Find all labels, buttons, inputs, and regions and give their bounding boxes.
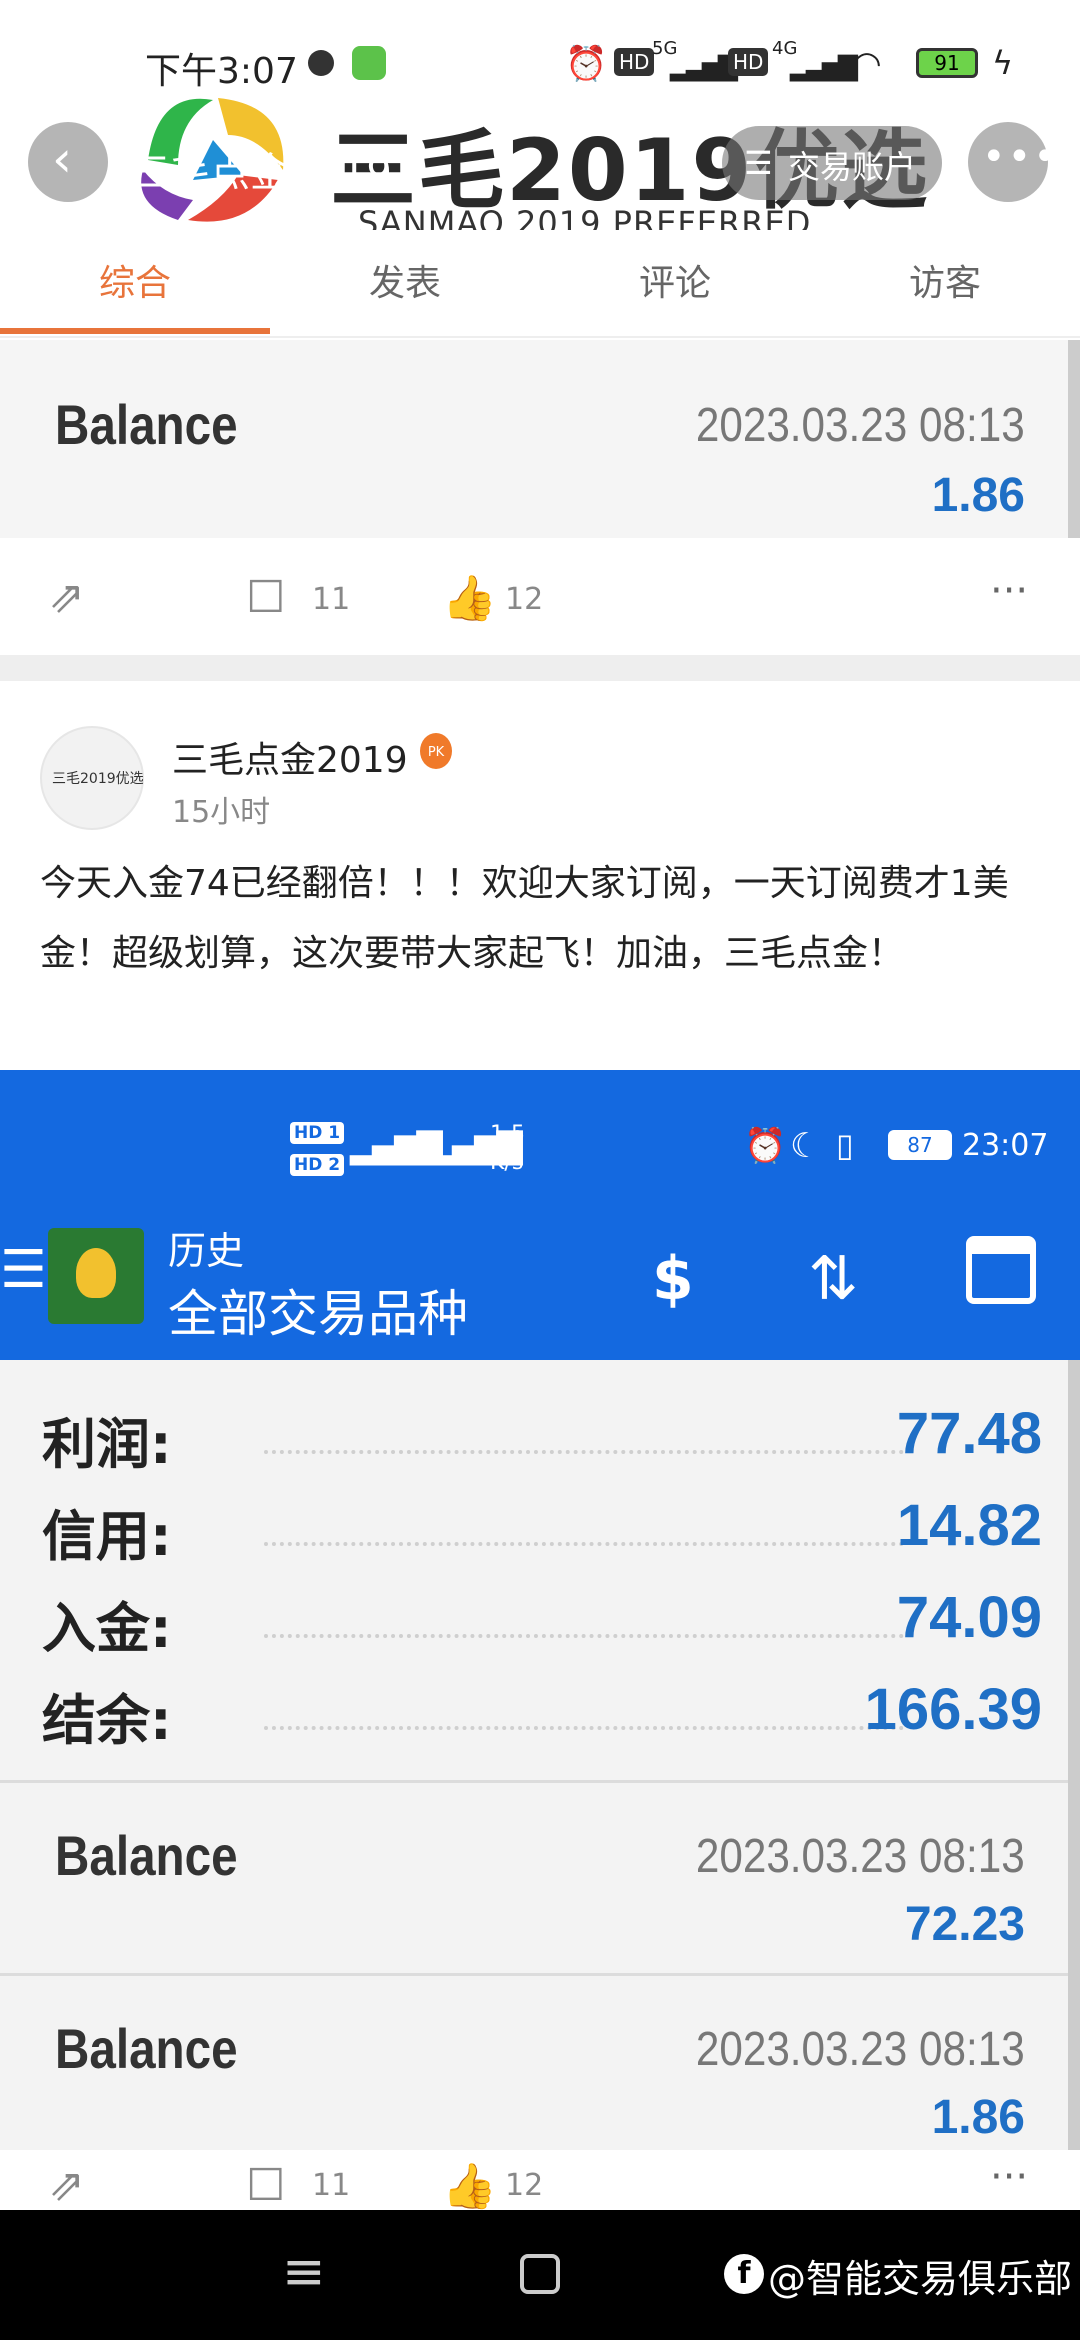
platform-logo-icon: f <box>724 2254 764 2294</box>
screenshot-time: 23:07 <box>962 1128 1049 1163</box>
post-more-icon[interactable]: ··· <box>990 568 1028 614</box>
entry-datetime: 2023.03.23 08:13 <box>696 1830 1025 1883</box>
menu-icon[interactable]: ☰ <box>0 1240 47 1300</box>
home-icon[interactable] <box>520 2254 560 2294</box>
toolbar-subtitle[interactable]: 全部交易品种 <box>168 1274 468 1346</box>
summary-value: 77.48 <box>896 1401 1042 1466</box>
post-actions: ⇗ ☐ 11 👍 12 ··· <box>0 538 1080 658</box>
moon-icon: ☾ <box>790 1126 821 1166</box>
entry-amount: 1.86 <box>931 2091 1025 2144</box>
dot-leader <box>264 1542 904 1546</box>
dot-leader <box>264 1634 904 1638</box>
active-tab-indicator <box>0 328 270 334</box>
mt5-header: HD 1 HD 2 ▂▄▆▇ ▂▄▆▇ 1.5 K/s ⏰ ☾ ▯ 87 23:… <box>0 1070 1080 1360</box>
post-image[interactable]: HD 1 HD 2 ▂▄▆▇ ▂▄▆▇ 1.5 K/s ⏰ ☾ ▯ 87 23:… <box>0 1070 1080 2210</box>
balance-amount: 1.86 <box>931 469 1025 522</box>
summary-row-balance: 结余: 166.39 <box>42 1676 1042 1766</box>
comment-count: 11 <box>312 582 351 617</box>
calendar-icon[interactable] <box>966 1236 1036 1304</box>
currency-exchange-icon[interactable]: $ <box>652 1244 694 1314</box>
entry-label: Balance <box>55 1824 238 1887</box>
comment-icon[interactable]: ☐ <box>246 2160 285 2210</box>
post-card: 三毛2019优选 三毛点金2019 PK 15小时 今天入金74已经翻倍！！！欢… <box>0 681 1080 1071</box>
summary-label: 信用: <box>42 1505 172 1568</box>
balance-datetime: 2023.03.23 08:13 <box>696 399 1025 452</box>
back-button[interactable]: ‹ <box>28 122 108 202</box>
post-text: 今天入金74已经翻倍！！！欢迎大家订阅，一天订阅费才1美金！超级划算，这次要带大… <box>40 863 1009 974</box>
balance-entry-card: Balance 2023.03.23 08:13 1.86 <box>0 340 1080 538</box>
tab-visitors[interactable]: 访客 <box>810 230 1080 336</box>
summary-value: 74.09 <box>896 1585 1042 1650</box>
summary-label: 利润: <box>42 1413 172 1476</box>
more-button[interactable]: ••• <box>968 122 1057 202</box>
net-speed-value: 1.5 <box>490 1122 525 1147</box>
like-count: 12 <box>505 2168 544 2203</box>
history-entry[interactable]: Balance 2023.03.23 08:13 1.86 <box>0 1976 1080 2166</box>
history-entry[interactable]: Balance 2023.03.23 08:13 72.23 <box>0 1783 1080 1973</box>
dot-leader <box>264 1726 904 1730</box>
recent-apps-icon[interactable]: ≡ <box>282 2242 326 2302</box>
alarm-icon-2: ⏰ <box>744 1126 787 1166</box>
summary-row-deposit: 入金: 74.09 <box>42 1584 1042 1674</box>
tab-posts[interactable]: 发表 <box>270 230 540 336</box>
watermark: @智能交易俱乐部 <box>768 2257 1073 2301</box>
post-author[interactable]: 三毛点金2019 <box>172 731 408 783</box>
pk-badge-icon: PK <box>420 733 452 769</box>
like-icon[interactable]: 👍 <box>442 572 497 624</box>
net-speed-unit: K/s <box>490 1150 524 1175</box>
dot-leader <box>264 1450 904 1454</box>
post-time: 15小时 <box>172 795 271 830</box>
metatrader-app-icon <box>48 1228 144 1324</box>
sort-icon[interactable]: ⇅ <box>808 1244 858 1314</box>
summary-row-profit: 利润: 77.48 <box>42 1400 1042 1490</box>
tab-comments[interactable]: 评论 <box>540 230 810 336</box>
post-actions-2: ⇗ ☐ 11 👍 12 ··· <box>0 2150 1080 2210</box>
signal-icon-3: ▂▄▆▇ <box>350 1126 443 1166</box>
share-icon[interactable]: ⇗ <box>48 572 85 623</box>
like-count: 12 <box>505 582 544 617</box>
trading-account-label: 交易账户 <box>788 148 917 186</box>
system-nav-bar: ≡ f @智能交易俱乐部 <box>0 2210 1080 2340</box>
trading-account-button[interactable]: ☰ 交易账户 <box>722 126 942 200</box>
chevron-left-icon: ‹ <box>52 130 72 188</box>
summary-value: 166.39 <box>864 1677 1042 1742</box>
entry-label: Balance <box>55 2017 238 2080</box>
avatar[interactable]: 三毛2019优选 <box>40 726 144 830</box>
vibrate-icon: ▯ <box>836 1126 854 1164</box>
tab-bar: 综合 发表 评论 访客 <box>0 230 1080 338</box>
post-more-icon[interactable]: ··· <box>990 2154 1028 2200</box>
banner: 三毛2019优选 SANMAO 2019 PREFERRED ‹ 三毛点金201… <box>0 60 1080 230</box>
share-icon[interactable]: ⇗ <box>48 2160 85 2210</box>
banner-subtitle: SANMAO 2019 PREFERRED <box>358 204 812 230</box>
scrollbar[interactable] <box>1068 340 1080 538</box>
entry-datetime: 2023.03.23 08:13 <box>696 2023 1025 2076</box>
summary-row-credit: 信用: 14.82 <box>42 1492 1042 1582</box>
comment-icon[interactable]: ☐ <box>246 572 285 623</box>
balance-label: Balance <box>55 393 238 456</box>
more-horizontal-icon: ••• <box>982 134 1059 180</box>
sim1-label: HD 1 <box>290 1122 345 1144</box>
tab-overview[interactable]: 综合 <box>0 230 270 336</box>
comment-count: 11 <box>312 2168 351 2203</box>
scrollbar-2[interactable] <box>1068 1360 1080 2210</box>
sim2-label: HD 2 <box>290 1154 345 1176</box>
avatar-text: 三毛2019优选 <box>52 771 144 787</box>
divider <box>0 655 1080 681</box>
entry-amount: 72.23 <box>904 1898 1025 1951</box>
summary-label: 结余: <box>42 1689 172 1752</box>
toolbar-title: 历史 <box>168 1229 245 1273</box>
like-icon[interactable]: 👍 <box>442 2160 497 2210</box>
list-icon: ☰ <box>744 144 773 182</box>
page-title: 三毛点金2019 <box>130 150 392 196</box>
summary-value: 14.82 <box>896 1493 1042 1558</box>
summary-label: 入金: <box>42 1597 172 1660</box>
battery-icon-2: 87 <box>888 1130 952 1160</box>
